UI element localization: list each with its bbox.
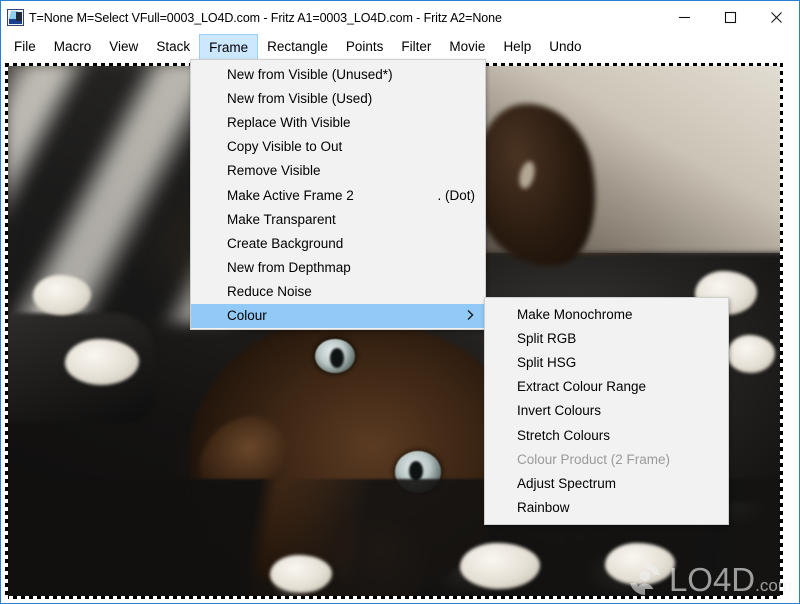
frame-menu-item-make-transparent[interactable]: Make Transparent xyxy=(191,207,485,231)
menubar-item-label: Frame xyxy=(209,39,249,55)
menu-item-label: Make Active Frame 2 xyxy=(227,187,354,203)
menubar-item-label: Points xyxy=(345,39,384,54)
menubar-item-label: Help xyxy=(503,39,532,54)
menu-item-shortcut: . (Dot) xyxy=(437,187,475,203)
colour-menu-item-split-rgb[interactable]: Split RGB xyxy=(485,326,728,350)
frame-menu-item-copy-visible-to-out[interactable]: Copy Visible to Out xyxy=(191,135,485,159)
maximize-icon xyxy=(724,11,736,23)
colour-menu-item-stretch-colours[interactable]: Stretch Colours xyxy=(485,423,728,447)
photo-cat-pupil-upper xyxy=(330,348,344,368)
menubar-item-label: Stack xyxy=(156,39,191,54)
frame-menu-item-replace-with-visible[interactable]: Replace With Visible xyxy=(191,110,485,134)
menubar-item-help[interactable]: Help xyxy=(494,34,540,59)
menu-item-label: Invert Colours xyxy=(517,403,602,419)
menu-item-label: Create Background xyxy=(227,235,344,251)
menu-item-label: Extract Colour Range xyxy=(517,379,647,395)
frame-menu-item-new-from-depthmap[interactable]: New from Depthmap xyxy=(191,256,485,280)
photo-knit-blob xyxy=(727,335,775,373)
fritz-app-icon xyxy=(7,9,24,26)
menu-item-label: Stretch Colours xyxy=(517,427,611,443)
colour-submenu: Make Monochrome Split RGB Split HSG Extract… xyxy=(484,297,729,525)
colour-menu-item-split-hsg[interactable]: Split HSG xyxy=(485,350,728,374)
menubar-item-points[interactable]: Points xyxy=(337,34,393,59)
menu-item-label: Replace With Visible xyxy=(227,114,351,130)
menubar-item-label: Movie xyxy=(449,39,486,54)
photo-knit-blob xyxy=(460,543,540,589)
photo-knit-blob xyxy=(65,339,139,385)
menu-item-label: Reduce Noise xyxy=(227,284,312,300)
photo-cat-pupil-lower xyxy=(409,461,423,481)
colour-menu-item-adjust-spectrum[interactable]: Adjust Spectrum xyxy=(485,471,728,495)
menubar-item-undo[interactable]: Undo xyxy=(540,34,590,59)
frame-menu-item-new-from-visible-used[interactable]: New from Visible (Used) xyxy=(191,86,485,110)
colour-menu-item-extract-colour-range[interactable]: Extract Colour Range xyxy=(485,375,728,399)
colour-menu-item-make-monochrome[interactable]: Make Monochrome xyxy=(485,302,728,326)
frame-menu-item-new-from-visible-unused[interactable]: New from Visible (Unused*) xyxy=(191,62,485,86)
menu-item-label: Split RGB xyxy=(517,330,577,346)
photo-knit-blob xyxy=(605,543,675,585)
frame-menu-item-remove-visible[interactable]: Remove Visible xyxy=(191,159,485,183)
frame-menu-item-create-background[interactable]: Create Background xyxy=(191,231,485,255)
menubar-item-label: Macro xyxy=(53,39,92,54)
minimize-icon xyxy=(678,16,690,18)
menubar-item-label: View xyxy=(109,39,139,54)
menu-item-label: New from Visible (Used) xyxy=(227,90,373,106)
menu-item-label: Adjust Spectrum xyxy=(517,475,617,491)
menu-item-label: Copy Visible to Out xyxy=(227,139,343,155)
menu-item-label: Colour Product (2 Frame) xyxy=(517,451,671,467)
colour-menu-item-colour-product-2-frame: Colour Product (2 Frame) xyxy=(485,447,728,471)
menu-item-label: Split HSG xyxy=(517,354,577,370)
menubar-item-label: Undo xyxy=(549,39,582,54)
menubar-item-movie[interactable]: Movie xyxy=(440,34,494,59)
menubar-item-rectangle[interactable]: Rectangle xyxy=(258,34,337,59)
maximize-button[interactable] xyxy=(707,1,753,33)
window-title: T=None M=Select VFull=0003_LO4D.com - Fr… xyxy=(29,10,502,25)
menubar-item-label: Filter xyxy=(401,39,432,54)
close-button[interactable] xyxy=(753,1,799,33)
menubar-item-label: File xyxy=(14,39,36,54)
frame-menu-item-reduce-noise[interactable]: Reduce Noise xyxy=(191,280,485,304)
menu-bar: File Macro View Stack Frame Rectangle Points Fi… xyxy=(1,34,799,59)
menu-item-label: Make Monochrome xyxy=(517,306,633,322)
minimize-button[interactable] xyxy=(661,1,707,33)
menubar-item-filter[interactable]: Filter xyxy=(392,34,440,59)
frame-dropdown-menu: New from Visible (Unused*) New from Visib… xyxy=(190,59,486,331)
menubar-item-label: Rectangle xyxy=(267,39,328,54)
menu-item-label: Make Transparent xyxy=(227,211,336,227)
menubar-item-frame[interactable]: Frame xyxy=(199,34,259,59)
menu-item-label: New from Depthmap xyxy=(227,260,351,276)
menubar-item-file[interactable]: File xyxy=(5,34,45,59)
menu-item-label: Colour xyxy=(227,308,267,324)
window-controls xyxy=(661,1,799,33)
menu-item-label: Remove Visible xyxy=(227,163,321,179)
frame-menu-item-colour[interactable]: Colour xyxy=(191,303,485,329)
photo-knit-blob xyxy=(33,275,91,315)
close-icon xyxy=(770,11,782,23)
chevron-right-icon xyxy=(467,308,474,323)
colour-menu-item-invert-colours[interactable]: Invert Colours xyxy=(485,399,728,423)
menubar-item-view[interactable]: View xyxy=(100,34,147,59)
title-bar: T=None M=Select VFull=0003_LO4D.com - Fr… xyxy=(1,1,799,34)
frame-menu-item-make-active-frame-2[interactable]: Make Active Frame 2 . (Dot) xyxy=(191,183,485,207)
colour-menu-item-rainbow[interactable]: Rainbow xyxy=(485,496,728,520)
menubar-item-macro[interactable]: Macro xyxy=(45,34,101,59)
menubar-item-stack[interactable]: Stack xyxy=(147,34,199,59)
menu-item-label: Rainbow xyxy=(517,500,570,516)
application-window: T=None M=Select VFull=0003_LO4D.com - Fr… xyxy=(0,0,800,604)
menu-item-label: New from Visible (Unused*) xyxy=(227,66,393,82)
photo-knit-blob xyxy=(270,555,332,593)
